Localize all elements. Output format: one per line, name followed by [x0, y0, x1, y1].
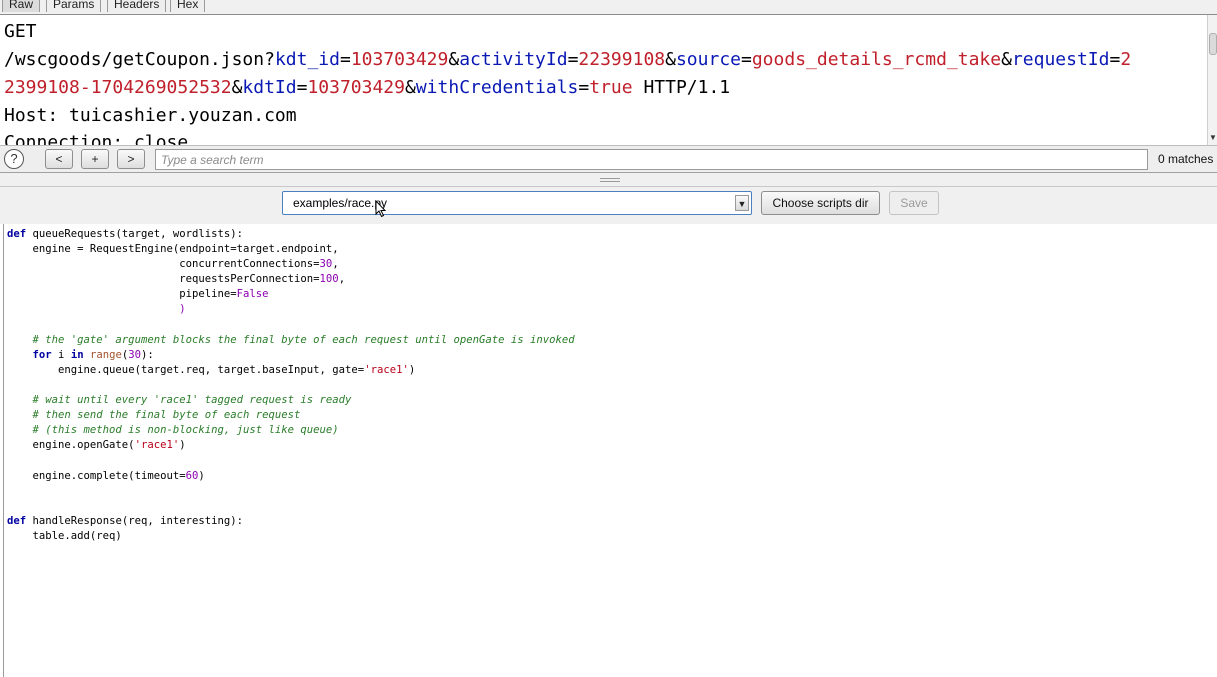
- request-url-line: /wscgoods/getCoupon.json?kdt_id=10370342…: [4, 49, 1132, 70]
- code-line: def queueRequests(target, wordlists):: [7, 228, 243, 240]
- code-text: ,: [338, 273, 346, 285]
- code-keyword: def: [7, 515, 27, 527]
- tab-headers[interactable]: Headers: [107, 0, 167, 12]
- connection-header-line: Connection: close: [4, 132, 189, 145]
- script-select-value: examples/race.py: [293, 196, 388, 210]
- code-keyword: for: [32, 349, 52, 361]
- request-path: /wscgoods/getCoupon.json?: [4, 49, 275, 70]
- code-text: ): [179, 303, 186, 315]
- code-builtin: range: [89, 349, 122, 361]
- param-name: kdt_id: [274, 49, 340, 70]
- code-text: engine.queue(target.req, target.baseInpu…: [58, 364, 365, 376]
- code-line: engine.complete(timeout=60): [7, 470, 205, 482]
- code-comment: # the 'gate' argument blocks the final b…: [7, 334, 575, 346]
- code-text: concurrentConnections=: [179, 258, 320, 270]
- param-value: 2: [1120, 49, 1132, 70]
- tab-params[interactable]: Params: [46, 0, 102, 12]
- param-name: withCredentials: [415, 77, 579, 98]
- tab-hex[interactable]: Hex: [170, 0, 206, 12]
- code-line: ): [7, 303, 186, 315]
- code-string: 'race1': [134, 439, 180, 451]
- code-comment: # (this method is non-blocking, just lik…: [7, 424, 339, 436]
- search-match-count: 0 matches: [1158, 152, 1214, 166]
- code-line: engine = RequestEngine(endpoint=target.e…: [7, 243, 339, 255]
- help-icon[interactable]: ?: [4, 149, 24, 169]
- code-comment: # then send the final byte of each reque…: [7, 409, 301, 421]
- param-value: 2399108-1704269052532: [4, 77, 232, 98]
- message-editor-tabs: Raw Params Headers Hex: [0, 0, 1217, 15]
- request-url-line-cont: 2399108-1704269052532&kdtId=103703429&wi…: [4, 77, 731, 98]
- code-text: ): [198, 470, 205, 482]
- code-line: def handleResponse(req, interesting):: [7, 515, 243, 527]
- search-add-button[interactable]: +: [81, 149, 109, 169]
- search-previous-button[interactable]: <: [45, 149, 73, 169]
- param-name: source: [675, 49, 741, 70]
- param-name: kdtId: [242, 77, 297, 98]
- code-line: concurrentConnections=30,: [7, 258, 339, 270]
- script-select[interactable]: examples/race.py ▼: [282, 191, 752, 215]
- param-value: true: [589, 77, 633, 98]
- code-text: engine.complete(timeout=: [32, 470, 186, 482]
- choose-scripts-dir-button[interactable]: Choose scripts dir: [761, 191, 880, 215]
- code-number: 60: [185, 470, 199, 482]
- comment-text: # (this method is non-blocking, just lik…: [32, 424, 339, 436]
- code-comment: # wait until every 'race1' tagged reques…: [7, 394, 352, 406]
- code-text: requestsPerConnection=: [179, 273, 320, 285]
- script-toolbar: examples/race.py ▼ Choose scripts dir Sa…: [0, 187, 1217, 224]
- code-number: 30: [128, 349, 142, 361]
- save-button[interactable]: Save: [889, 191, 939, 215]
- code-line: pipeline=False: [7, 288, 269, 300]
- comment-text: # wait until every 'race1' tagged reques…: [32, 394, 352, 406]
- code-text: engine.openGate(: [32, 439, 135, 451]
- code-constant: False: [236, 288, 269, 300]
- code-string: 'race1': [364, 364, 409, 376]
- code-text: i: [58, 349, 65, 361]
- code-keyword: def: [7, 228, 27, 240]
- code-text: ): [179, 439, 186, 451]
- code-number: 100: [319, 273, 339, 285]
- code-line: requestsPerConnection=100,: [7, 273, 345, 285]
- code-number: 30: [319, 258, 333, 270]
- code-text: engine = RequestEngine(endpoint=target.e…: [32, 243, 339, 255]
- param-name: requestId: [1011, 49, 1110, 70]
- comment-text: # then send the final byte of each reque…: [32, 409, 301, 421]
- code-line: engine.openGate('race1'): [7, 439, 186, 451]
- mouse-cursor-icon: [375, 200, 387, 218]
- raw-vertical-scrollbar[interactable]: ▼: [1207, 15, 1217, 145]
- http-version: HTTP/1.1: [632, 77, 731, 98]
- search-input[interactable]: [155, 149, 1148, 170]
- scroll-down-arrow-icon[interactable]: ▼: [1208, 133, 1217, 145]
- param-value: goods_details_rcmd_take: [751, 49, 1002, 70]
- param-value: 103703429: [350, 49, 449, 70]
- code-text: pipeline=: [179, 288, 237, 300]
- scrollbar-thumb[interactable]: [1209, 33, 1217, 55]
- param-value: 22399108: [578, 49, 666, 70]
- chevron-down-icon[interactable]: ▼: [735, 195, 749, 211]
- search-next-button[interactable]: >: [117, 149, 145, 169]
- code-line: engine.queue(target.req, target.baseInpu…: [7, 364, 415, 376]
- search-bar: ? < + > 0 matches: [0, 145, 1217, 173]
- splitter-grip-icon[interactable]: [600, 178, 620, 182]
- code-line: for i in range(30):: [7, 349, 154, 361]
- script-code-editor[interactable]: def queueRequests(target, wordlists): en…: [3, 224, 1217, 677]
- code-text: queueRequests(target, wordlists):: [32, 228, 244, 240]
- request-method-line: GET: [4, 21, 37, 42]
- code-text: ,: [332, 258, 339, 270]
- code-keyword: in: [70, 349, 84, 361]
- pane-splitter[interactable]: [0, 173, 1217, 187]
- param-name: activityId: [459, 49, 568, 70]
- code-text: table.add(req): [32, 530, 122, 542]
- host-header-line: Host: tuicashier.youzan.com: [4, 105, 297, 126]
- code-line: table.add(req): [7, 530, 122, 542]
- tab-raw[interactable]: Raw: [2, 0, 41, 12]
- code-text: handleResponse(req, interesting):: [32, 515, 244, 527]
- comment-text: # the 'gate' argument blocks the final b…: [32, 334, 575, 346]
- param-value: 103703429: [307, 77, 405, 98]
- raw-request-editor[interactable]: GET /wscgoods/getCoupon.json?kdt_id=1037…: [0, 15, 1207, 145]
- code-text: ):: [141, 349, 154, 361]
- code-text: ): [408, 364, 416, 376]
